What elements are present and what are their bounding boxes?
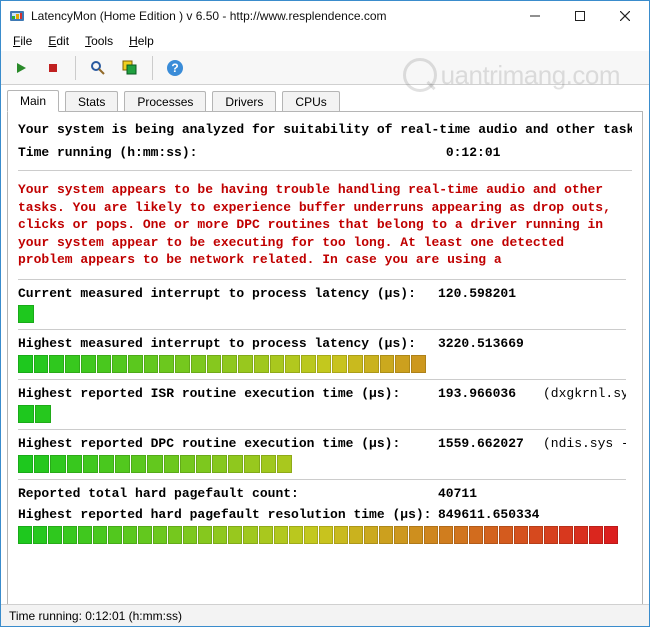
tab-drivers[interactable]: Drivers <box>212 91 276 112</box>
metric-label: Current measured interrupt to process la… <box>18 286 438 301</box>
tabbar: Main Stats Processes Drivers CPUs <box>1 85 649 111</box>
divider <box>18 170 632 171</box>
metric-extra: (dxgkrnl.sys - DirectX Graphics Kernel) <box>543 386 626 401</box>
bar-highest-latency <box>18 355 618 373</box>
titlebar: LatencyMon (Home Edition ) v 6.50 - http… <box>1 1 649 31</box>
divider-3 <box>18 329 626 330</box>
search-button[interactable] <box>84 54 112 82</box>
metric-highest-isr: Highest reported ISR routine execution t… <box>18 386 626 401</box>
metric-highest-dpc: Highest reported DPC routine execution t… <box>18 436 626 451</box>
status-text: Time running: 0:12:01 (h:mm:ss) <box>9 609 182 623</box>
metric-value: 1559.662027 <box>438 436 543 451</box>
toolbar-separator <box>75 56 76 80</box>
menu-help[interactable]: Help <box>123 33 160 49</box>
divider-4 <box>18 379 626 380</box>
divider-6 <box>18 479 626 480</box>
help-button[interactable]: ? <box>161 54 189 82</box>
bar-highest-dpc <box>18 455 618 473</box>
time-running-value: 0:12:01 <box>446 145 501 160</box>
close-button[interactable] <box>602 2 647 31</box>
divider-2 <box>18 279 626 280</box>
metric-pagefault-time: Highest reported hard pagefault resoluti… <box>18 507 626 522</box>
menu-tools-label: ools <box>91 34 113 48</box>
metric-value: 120.598201 <box>438 286 543 301</box>
tab-main[interactable]: Main <box>7 90 59 112</box>
tab-stats[interactable]: Stats <box>65 91 118 112</box>
time-running-label: Time running (h:mm:ss): <box>18 145 438 160</box>
toolbar-separator-2 <box>152 56 153 80</box>
divider-5 <box>18 429 626 430</box>
metric-label: Highest reported DPC routine execution t… <box>18 436 438 451</box>
app-icon <box>9 8 25 24</box>
metric-value: 193.966036 <box>438 386 543 401</box>
window-title: LatencyMon (Home Edition ) v 6.50 - http… <box>31 9 512 23</box>
metric-label: Highest measured interrupt to process la… <box>18 336 438 351</box>
menu-tools[interactable]: Tools <box>79 33 119 49</box>
stop-button[interactable] <box>39 54 67 82</box>
menu-edit[interactable]: Edit <box>42 33 75 49</box>
warning-text: Your system appears to be having trouble… <box>18 181 626 269</box>
menu-edit-label: dit <box>56 34 69 48</box>
tab-content-main: Your system is being analyzed for suitab… <box>7 111 643 611</box>
metric-label: Highest reported hard pagefault resoluti… <box>18 507 438 522</box>
metric-highest-latency: Highest measured interrupt to process la… <box>18 336 626 351</box>
windows-button[interactable] <box>116 54 144 82</box>
menu-help-label: elp <box>138 34 154 48</box>
statusbar: Time running: 0:12:01 (h:mm:ss) <box>1 604 649 626</box>
metric-label: Highest reported ISR routine execution t… <box>18 386 438 401</box>
report-scroll-area[interactable]: Your system appears to be having trouble… <box>18 181 632 581</box>
menu-file-label: ile <box>20 34 32 48</box>
svg-text:?: ? <box>171 61 178 75</box>
metric-value: 3220.513669 <box>438 336 543 351</box>
bar-current-latency <box>18 305 618 323</box>
analysis-line: Your system is being analyzed for suitab… <box>18 122 632 137</box>
tab-processes[interactable]: Processes <box>124 91 206 112</box>
metric-pagefault-count: Reported total hard pagefault count: 407… <box>18 486 626 501</box>
menubar: Fdocument.currentScript.previousElementS… <box>1 31 649 51</box>
metric-extra: (ndis.sys - Network Driver Interface Spe… <box>543 436 626 451</box>
metric-label: Reported total hard pagefault count: <box>18 486 438 501</box>
time-running-row: Time running (h:mm:ss): 0:12:01 <box>18 145 632 160</box>
metric-value: 849611.650334 <box>438 507 543 522</box>
menu-file[interactable]: Fdocument.currentScript.previousElementS… <box>7 33 38 49</box>
metric-value: 40711 <box>438 486 543 501</box>
toolbar: ? <box>1 51 649 85</box>
play-button[interactable] <box>7 54 35 82</box>
bar-pagefault-time <box>18 526 618 544</box>
bar-highest-isr <box>18 405 618 423</box>
maximize-button[interactable] <box>557 2 602 31</box>
minimize-button[interactable] <box>512 2 557 31</box>
metric-current-latency: Current measured interrupt to process la… <box>18 286 626 301</box>
tab-cpus[interactable]: CPUs <box>282 91 339 112</box>
